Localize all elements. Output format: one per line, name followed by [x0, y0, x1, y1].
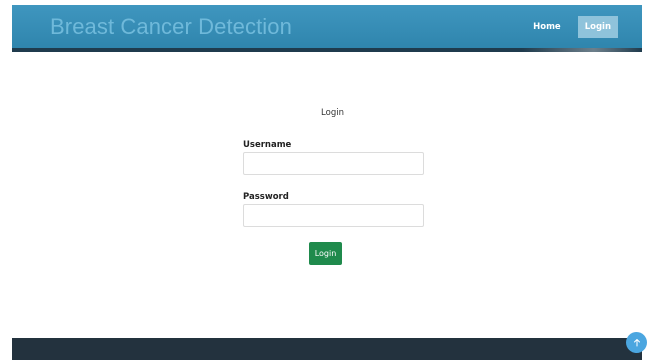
password-label: Password: [243, 192, 289, 202]
arrow-up-icon: [633, 338, 641, 347]
scroll-to-top-button[interactable]: [626, 332, 647, 353]
main-nav: Home Login: [526, 16, 618, 38]
site-header: Breast Cancer Detection Home Login: [12, 5, 642, 52]
login-heading: Login: [321, 108, 344, 118]
username-field[interactable]: [243, 152, 424, 175]
username-label: Username: [243, 140, 292, 150]
nav-login-link[interactable]: Login: [577, 16, 618, 38]
site-footer: [12, 338, 642, 360]
password-field[interactable]: [243, 204, 424, 227]
site-brand-title[interactable]: Breast Cancer Detection: [50, 14, 292, 40]
nav-home-link[interactable]: Home: [526, 16, 568, 38]
login-submit-button[interactable]: Login: [309, 242, 342, 265]
